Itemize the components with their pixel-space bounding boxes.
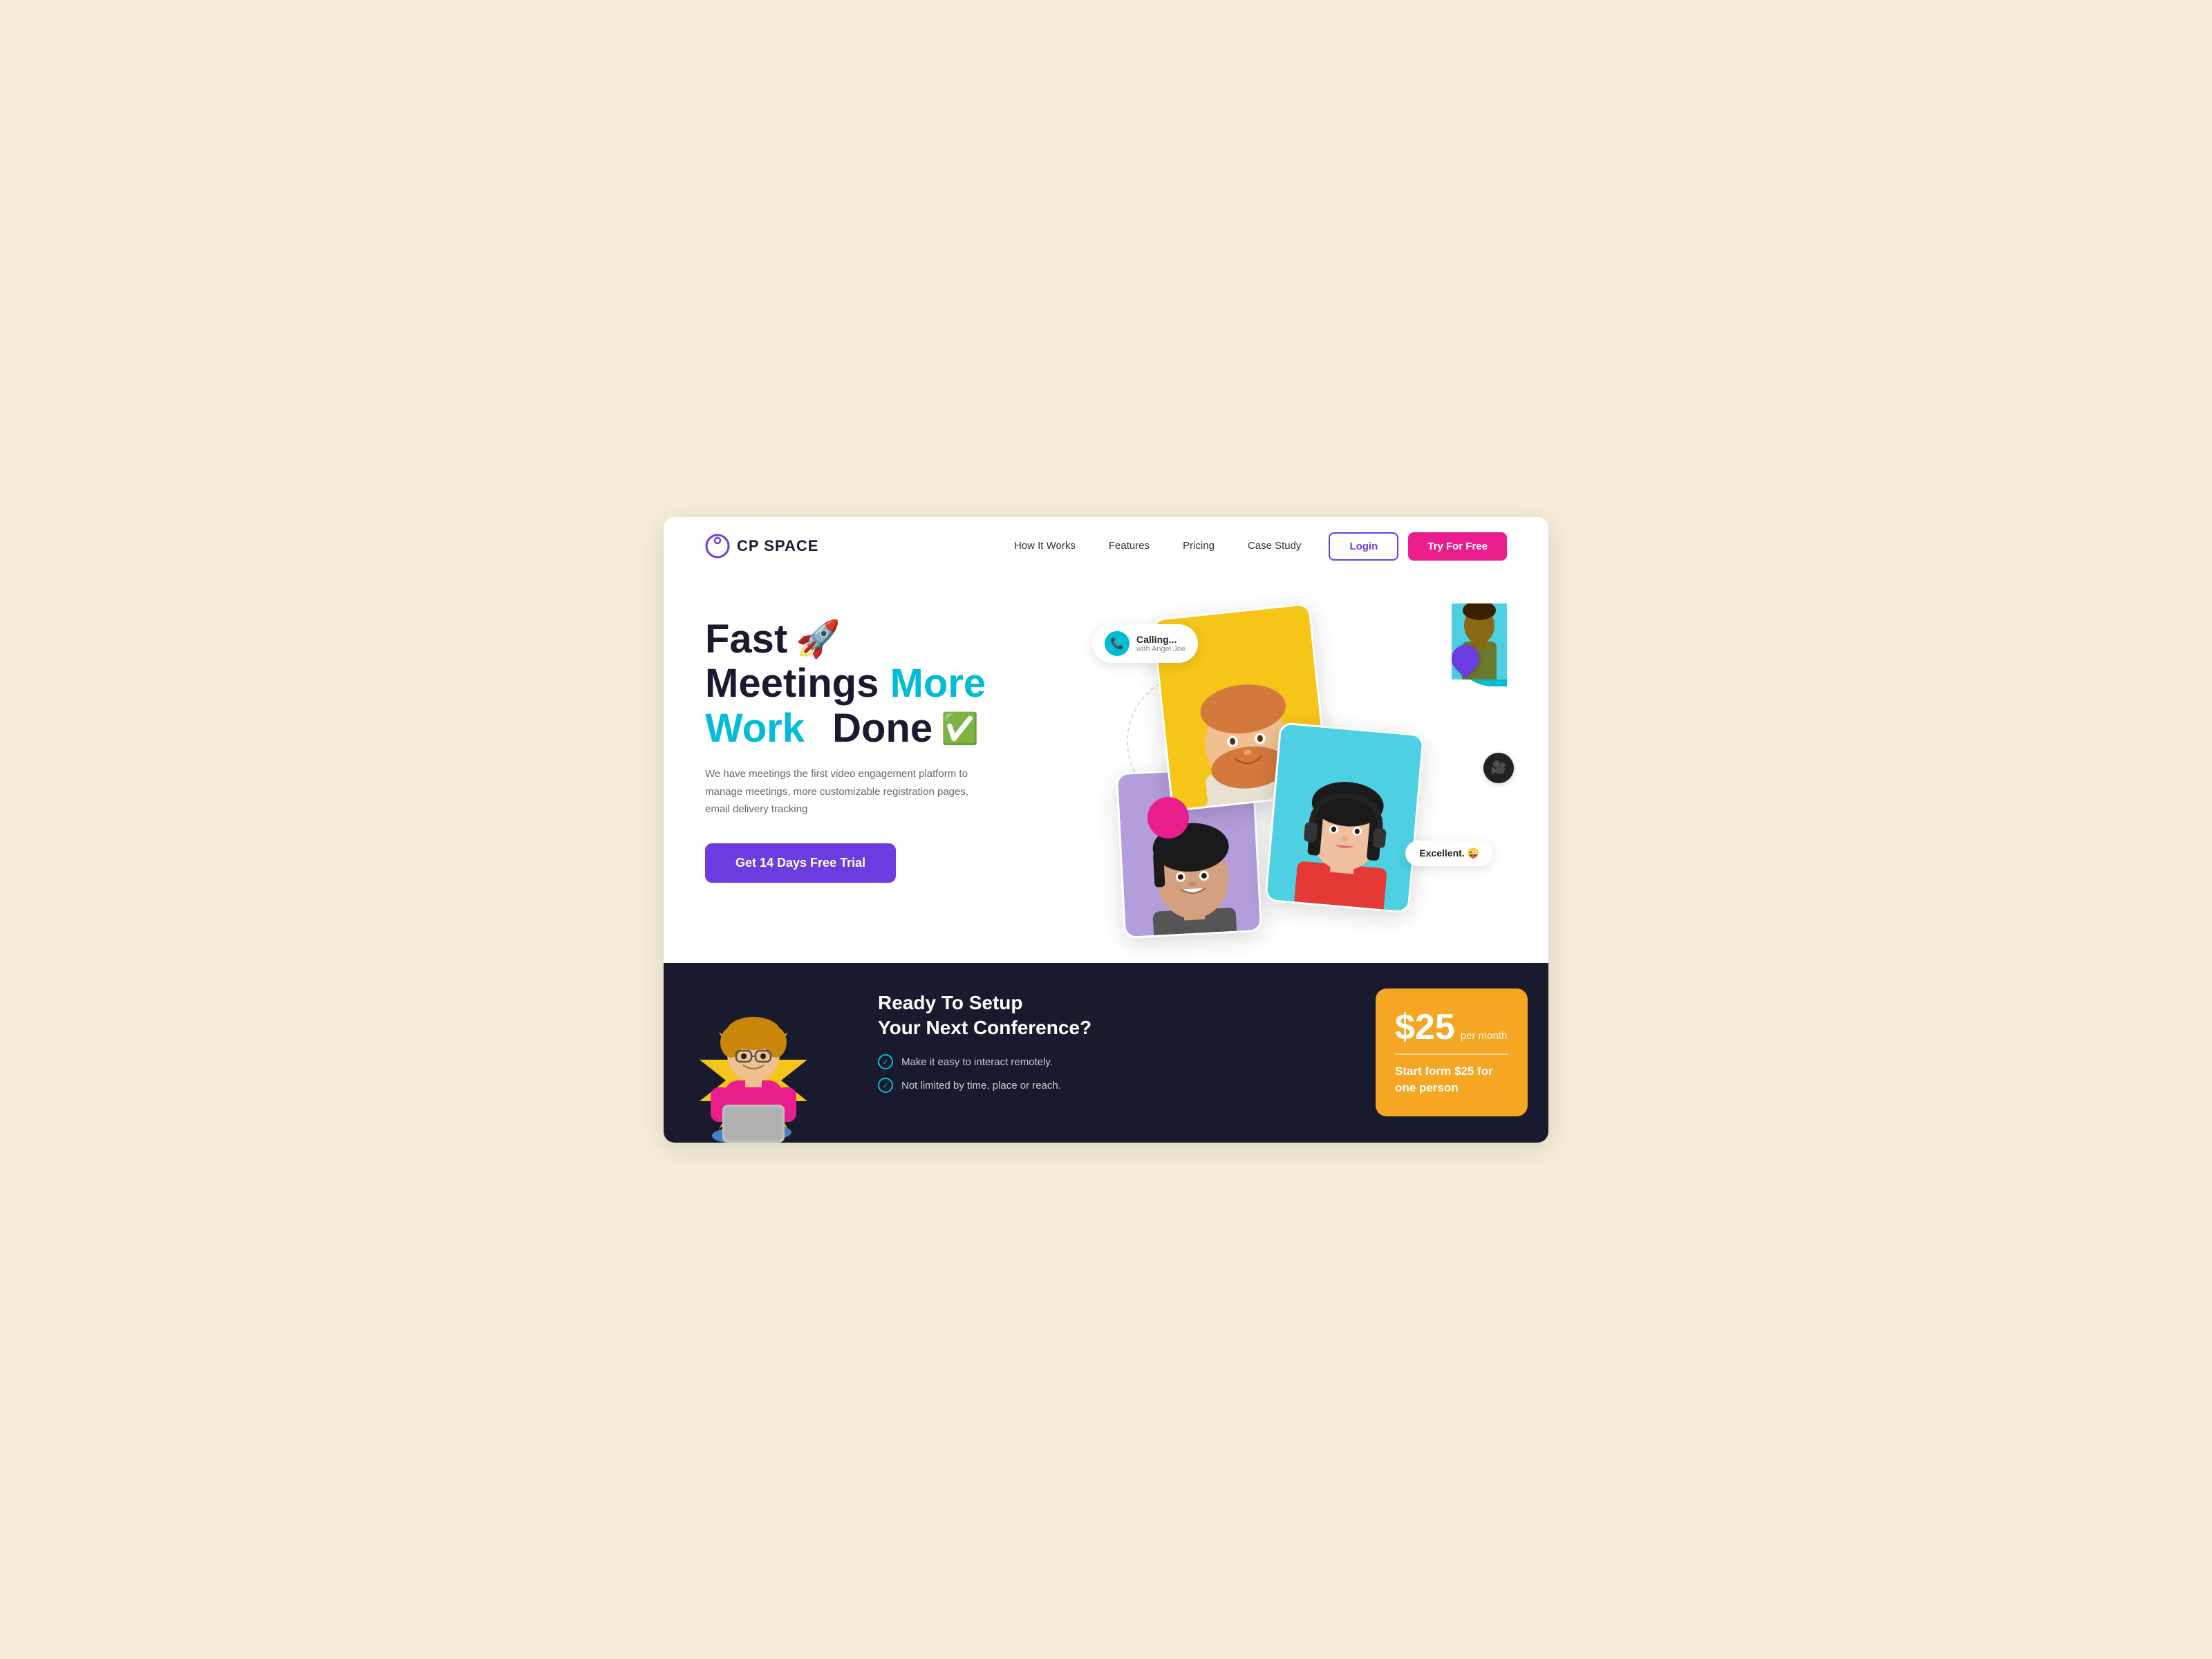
excellent-label: Excellent. 😜: [1419, 847, 1479, 859]
bottom-title: Ready To Setup Your Next Conference?: [878, 991, 1320, 1041]
pricing-amount: $25 per month: [1395, 1009, 1508, 1045]
hero-left: Fast 🚀 Meetings More Work Done ✅ We have…: [705, 603, 1106, 883]
page-wrapper: CP SPACE How It Works Features Pricing C…: [664, 517, 1548, 1143]
badge-emoji: ✅: [941, 712, 979, 746]
bottom-right: $25 per month Start form $25 for one per…: [1355, 963, 1548, 1143]
camera-icon: 🎥: [1483, 753, 1514, 783]
pink-circle-decoration: [1147, 797, 1189, 838]
nav-item-how-it-works[interactable]: How It Works: [1014, 540, 1076, 552]
rocket-emoji: 🚀: [796, 619, 841, 659]
nav-link-how-it-works[interactable]: How It Works: [1014, 540, 1076, 552]
nav-link-pricing[interactable]: Pricing: [1183, 540, 1215, 552]
bottom-title-line1: Ready To Setup: [878, 992, 1023, 1013]
price-description: Start form $25 for one person: [1395, 1063, 1508, 1096]
calling-bubble: 📞 Calling... with Angel Joe: [1092, 624, 1198, 663]
trial-cta-button[interactable]: Get 14 Days Free Trial: [705, 843, 896, 883]
calling-sub: with Angel Joe: [1136, 645, 1185, 653]
nav-item-pricing[interactable]: Pricing: [1183, 540, 1215, 552]
calling-label: Calling...: [1136, 634, 1185, 645]
price-period: per month: [1461, 1030, 1508, 1042]
title-done: Done: [832, 706, 932, 751]
sitting-person-svg: [698, 1004, 809, 1143]
check-icon-2: ✓: [878, 1078, 893, 1093]
hero-section: Fast 🚀 Meetings More Work Done ✅ We have…: [664, 576, 1548, 963]
navbar: CP SPACE How It Works Features Pricing C…: [664, 517, 1548, 576]
logo-icon: [705, 534, 730, 559]
nav-link-features[interactable]: Features: [1109, 540, 1150, 552]
pricing-card: $25 per month Start form $25 for one per…: [1376, 988, 1528, 1117]
person-sitting: [698, 1004, 809, 1143]
bottom-section: Ready To Setup Your Next Conference? ✓ M…: [664, 963, 1548, 1143]
calling-text: Calling... with Angel Joe: [1136, 634, 1185, 653]
checklist-text-1: Make it easy to interact remotely.: [901, 1056, 1053, 1068]
nav-item-case-study[interactable]: Case Study: [1248, 540, 1302, 552]
nav-item-features[interactable]: Features: [1109, 540, 1150, 552]
bottom-middle: Ready To Setup Your Next Conference? ✓ M…: [843, 963, 1355, 1143]
checklist: ✓ Make it easy to interact remotely. ✓ N…: [878, 1054, 1320, 1093]
checklist-text-2: Not limited by time, place or reach.: [901, 1080, 1061, 1091]
bottom-title-line2: Your Next Conference?: [878, 1017, 1091, 1038]
nav-links: How It Works Features Pricing Case Study: [1014, 540, 1302, 552]
price-divider: [1395, 1053, 1508, 1055]
nav-link-case-study[interactable]: Case Study: [1248, 540, 1302, 552]
hero-title: Fast 🚀 Meetings More Work Done ✅: [705, 617, 1106, 752]
title-fast: Fast: [705, 617, 787, 662]
phone-icon: 📞: [1105, 631, 1130, 656]
hero-title-line2: Meetings More: [705, 662, 1106, 706]
login-button[interactable]: Login: [1329, 532, 1398, 561]
try-for-free-button[interactable]: Try For Free: [1408, 532, 1507, 561]
hero-description: We have meetings the first video engagem…: [705, 765, 995, 818]
title-work: Work: [705, 706, 805, 751]
logo: CP SPACE: [705, 534, 818, 559]
hero-title-line1: Fast 🚀: [705, 617, 1106, 662]
title-more: More: [890, 661, 986, 706]
excellent-bubble: Excellent. 😜: [1405, 841, 1493, 866]
logo-text: CP SPACE: [737, 537, 818, 555]
check-icon-1: ✓: [878, 1054, 893, 1069]
checklist-item-1: ✓ Make it easy to interact remotely.: [878, 1054, 1320, 1069]
hero-right: 📞 Calling... with Angel Joe Excellent. 😜…: [1106, 603, 1507, 963]
red-jacket-woman-graphic: [1266, 724, 1425, 913]
checklist-item-2: ✓ Not limited by time, place or reach.: [878, 1078, 1320, 1093]
bottom-left: [664, 963, 843, 1143]
hero-title-line3: Work Done ✅: [705, 706, 1106, 751]
video-card-red-jacket: [1264, 722, 1425, 913]
price-amount: $25: [1395, 1009, 1455, 1045]
